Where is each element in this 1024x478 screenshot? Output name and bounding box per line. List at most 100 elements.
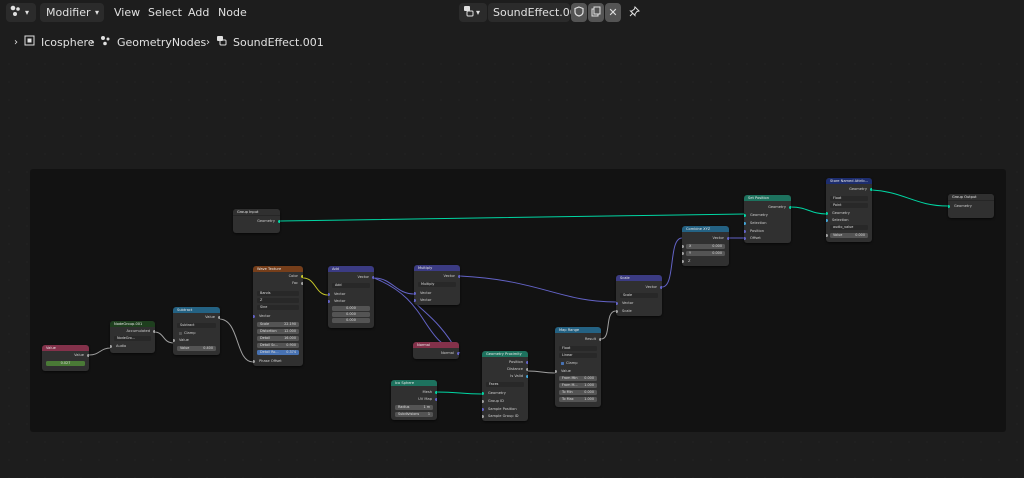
fac-output-socket[interactable] — [301, 281, 303, 285]
detail-roughness-field[interactable]: Detail Ro... 0.374 — [257, 350, 299, 355]
detail-field[interactable]: Detail 16.000 — [257, 336, 299, 341]
operation-dropdown[interactable]: Scale — [620, 293, 658, 298]
datablock-selector[interactable]: NodeGro... — [114, 336, 151, 341]
map-range-node[interactable]: Map Range Result Float Linear Clamp Valu… — [555, 327, 601, 407]
socket-label: Vector — [420, 291, 432, 295]
input-socket[interactable] — [482, 407, 484, 411]
group-output-node[interactable]: Group Output Geometry — [948, 194, 994, 218]
profile-dropdown[interactable]: Sine — [257, 305, 299, 310]
subtract-node[interactable]: Subtract Value Subtract Clamp Value Valu… — [173, 307, 220, 355]
input-socket[interactable] — [328, 299, 330, 303]
input-socket[interactable] — [826, 218, 828, 222]
vector-z-field[interactable]: 0.000 — [332, 318, 370, 323]
operation-dropdown[interactable]: Add — [332, 283, 370, 288]
combine-xyz-node[interactable]: Combine XYZ Vector X 0.000 Y 0.000 Z — [682, 226, 729, 266]
clamp-checkbox[interactable]: Clamp — [561, 361, 578, 365]
vector-x-field[interactable]: 0.000 — [332, 306, 370, 311]
input-socket[interactable] — [744, 236, 746, 240]
output-socket[interactable] — [789, 205, 791, 209]
wave-type-dropdown[interactable]: Bands — [257, 291, 299, 296]
target-element-dropdown[interactable]: Faces — [486, 382, 524, 387]
output-socket[interactable] — [526, 374, 528, 378]
input-socket[interactable] — [616, 309, 618, 313]
output-socket[interactable] — [153, 329, 155, 333]
vector-scale-node[interactable]: Scale Vector Scale Vector Scale — [616, 275, 662, 316]
operation-dropdown[interactable]: Multiply — [418, 282, 456, 287]
data-type-dropdown[interactable]: Float — [559, 346, 597, 351]
input-socket[interactable] — [682, 251, 684, 256]
output-socket[interactable] — [372, 275, 374, 279]
input-socket[interactable] — [948, 204, 950, 208]
clamp-checkbox[interactable]: Clamp — [179, 331, 196, 335]
operation-dropdown[interactable]: Subtract — [177, 323, 216, 328]
input-socket[interactable] — [826, 211, 828, 215]
radius-field[interactable]: Radius 1 m — [395, 405, 433, 410]
group-input-node[interactable]: Group Input Geometry — [233, 209, 280, 233]
input-socket[interactable] — [682, 259, 684, 263]
field-value: 0.900 — [286, 343, 296, 347]
input-socket[interactable] — [744, 213, 746, 217]
value-node[interactable]: Value Value 0.027 — [42, 345, 89, 371]
interpolation-dropdown[interactable]: Linear — [559, 353, 597, 358]
input-socket[interactable] — [414, 291, 416, 295]
geometry-proximity-node[interactable]: Geometry Proximity Position Distance Is … — [482, 351, 528, 421]
domain-dropdown[interactable]: Point — [830, 203, 868, 208]
socket-label: Normal — [440, 351, 454, 355]
input-socket[interactable] — [173, 338, 175, 342]
output-socket[interactable] — [526, 367, 528, 371]
direction-dropdown[interactable]: Z — [257, 298, 299, 303]
value-field[interactable]: Value 0.400 — [177, 346, 216, 351]
output-socket[interactable] — [435, 390, 437, 394]
link-ico-sphere-geo-prox — [435, 391, 483, 395]
distortion-field[interactable]: Distortion 12.000 — [257, 329, 299, 334]
input-socket[interactable] — [414, 298, 416, 302]
output-socket[interactable] — [660, 285, 662, 289]
x-field[interactable]: X 0.000 — [686, 244, 725, 249]
input-socket[interactable] — [744, 229, 746, 233]
node-group-node[interactable]: NodeGroup.001 Accumulated NodeGro... Aud… — [110, 321, 155, 353]
wave-texture-node[interactable]: Wave Texture Color Fac Bands Z Sine Vect… — [253, 266, 303, 366]
value-field[interactable]: 0.027 — [46, 361, 85, 366]
y-field[interactable]: Y 0.000 — [686, 251, 725, 256]
from-min-field[interactable]: From Min 0.000 — [559, 376, 597, 381]
input-socket[interactable] — [328, 292, 330, 296]
vector-multiply-node[interactable]: Multiply Vector Multiply Vector Vector — [414, 265, 460, 305]
output-socket[interactable] — [599, 337, 601, 341]
data-type-dropdown[interactable]: Float — [830, 196, 868, 201]
input-socket[interactable] — [253, 359, 255, 363]
input-socket[interactable] — [482, 414, 484, 418]
subdivisions-field[interactable]: Subdivisions 1 — [395, 412, 433, 417]
from-max-field[interactable]: From M... 1.000 — [559, 383, 597, 388]
output-socket[interactable] — [87, 353, 89, 357]
to-min-field[interactable]: To Min 0.000 — [559, 390, 597, 395]
output-socket[interactable] — [218, 315, 220, 319]
input-socket[interactable] — [744, 221, 746, 225]
input-socket[interactable] — [482, 391, 484, 395]
to-max-field[interactable]: To Max 1.000 — [559, 397, 597, 402]
output-socket[interactable] — [457, 351, 459, 355]
set-position-node[interactable]: Set Position Geometry Geometry Selection… — [744, 195, 791, 243]
input-socket[interactable] — [555, 369, 557, 373]
input-socket[interactable] — [110, 344, 112, 348]
input-socket[interactable] — [826, 233, 828, 238]
scale-field[interactable]: Scale 22.190 — [257, 322, 299, 327]
output-socket[interactable] — [435, 397, 437, 401]
value-field[interactable]: Value 0.000 — [830, 233, 868, 238]
vector-y-field[interactable]: 0.000 — [332, 312, 370, 317]
output-socket[interactable] — [727, 236, 729, 240]
color-output-socket[interactable] — [301, 274, 303, 278]
output-socket[interactable] — [458, 274, 460, 278]
output-socket[interactable] — [278, 219, 280, 223]
input-socket[interactable] — [253, 314, 255, 318]
output-socket[interactable] — [526, 360, 528, 364]
input-socket[interactable] — [482, 399, 484, 403]
input-socket[interactable] — [616, 301, 618, 305]
detail-scale-field[interactable]: Detail Sc... 0.900 — [257, 343, 299, 348]
name-field[interactable]: audio_value — [830, 225, 868, 230]
store-named-attribute-node[interactable]: Store Named Attrib... Geometry Float Poi… — [826, 178, 872, 242]
input-socket[interactable] — [682, 244, 684, 249]
normal-node[interactable]: Normal Normal — [413, 342, 459, 359]
output-socket[interactable] — [870, 187, 872, 191]
ico-sphere-node[interactable]: Ico Sphere Mesh UV Map Radius 1 m Subdivi… — [391, 380, 437, 420]
vector-add-node[interactable]: Add Vector Add Vector Vector 0.000 0.000… — [328, 266, 374, 328]
